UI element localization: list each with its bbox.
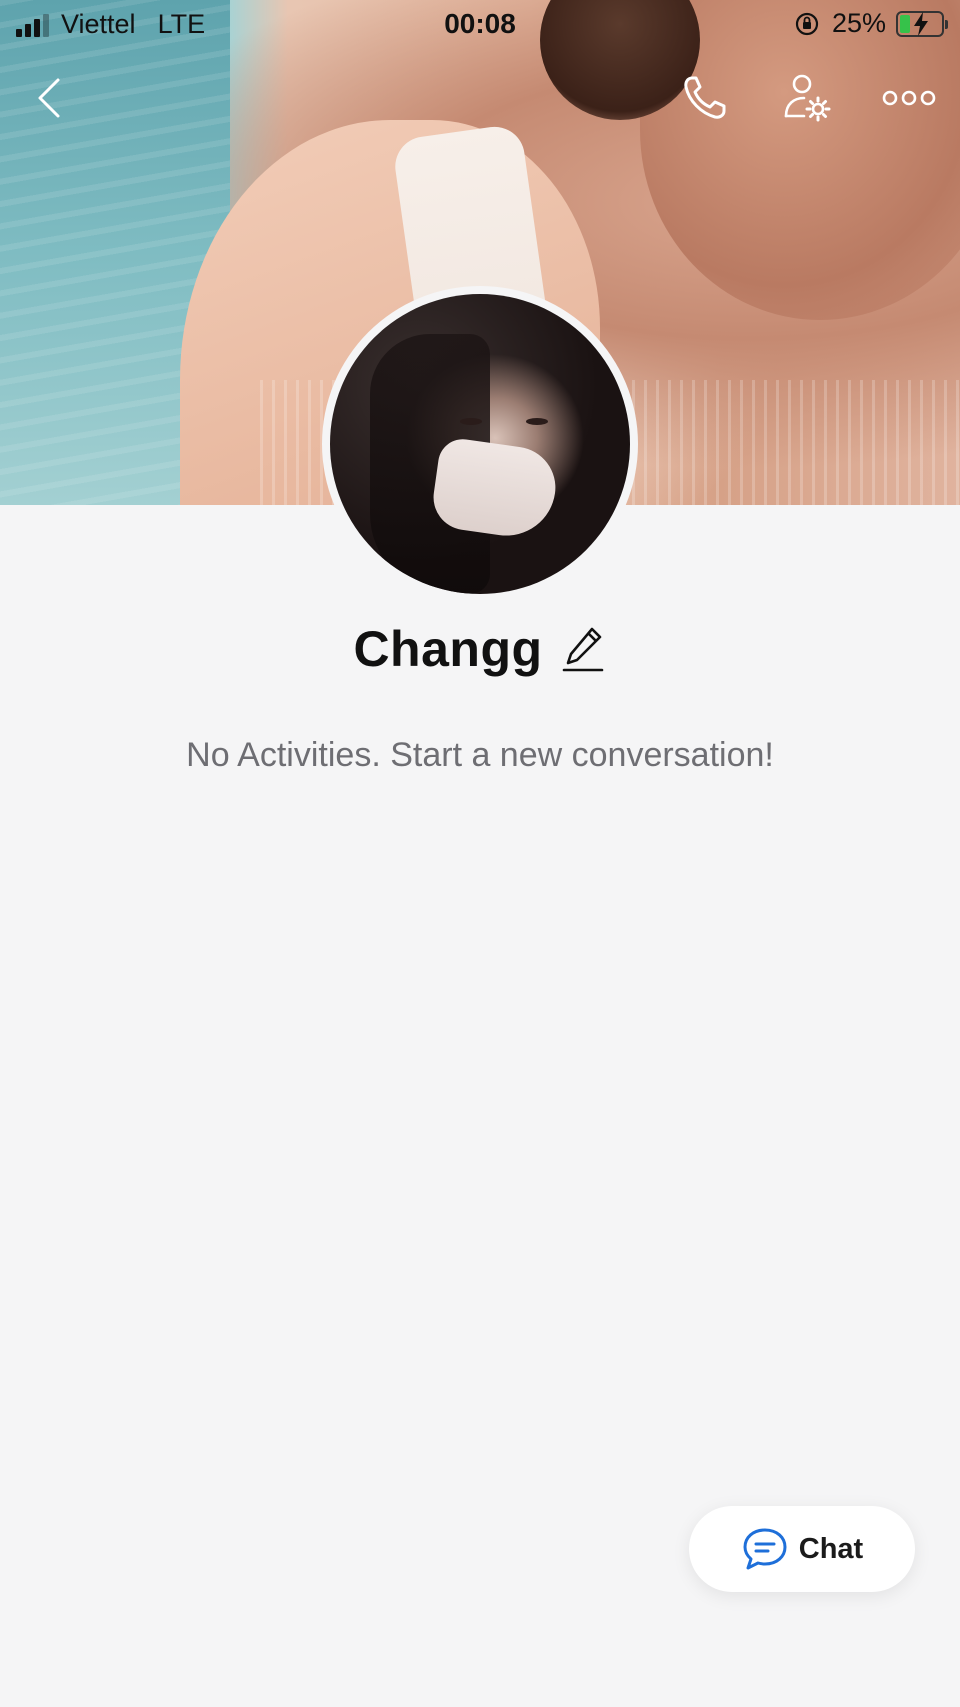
status-right: 25% <box>794 8 948 39</box>
chat-button-label: Chat <box>798 1532 864 1565</box>
battery-percent: 25% <box>831 8 886 38</box>
pencil-icon <box>562 627 603 672</box>
avatar-ring <box>322 286 638 602</box>
profile-settings-button[interactable] <box>774 66 840 130</box>
chat-bubble-icon <box>743 1528 787 1570</box>
battery-fill <box>900 14 910 33</box>
avatar-eyes <box>460 412 560 432</box>
rotation-lock-icon <box>795 12 819 35</box>
call-button[interactable] <box>672 66 738 130</box>
back-button[interactable] <box>20 68 76 128</box>
status-bar: Viettel LTE 00:08 25% <box>0 0 960 50</box>
edit-name-button[interactable] <box>559 623 607 675</box>
charging-bolt-icon <box>914 11 928 36</box>
phone-icon <box>684 76 726 119</box>
avatar[interactable] <box>330 294 630 594</box>
empty-activities-message: No Activities. Start a new conversation! <box>186 736 774 774</box>
profile-name: Changg <box>353 621 543 677</box>
more-dots-icon <box>882 90 936 106</box>
back-chevron-icon <box>38 78 60 118</box>
profile-name-row: Changg <box>0 618 960 680</box>
battery-icon <box>896 10 948 37</box>
profile-settings-icon <box>784 74 831 122</box>
more-options-button[interactable] <box>874 66 944 130</box>
chat-button[interactable]: Chat <box>689 1506 915 1592</box>
